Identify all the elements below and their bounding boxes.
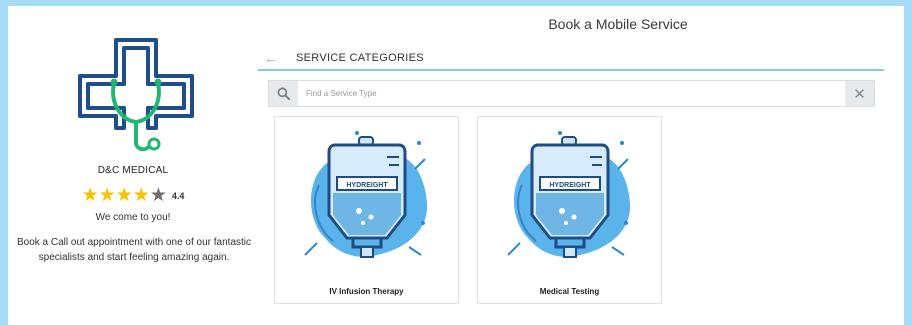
rating-value: 4.4 xyxy=(171,190,185,201)
search-button[interactable] xyxy=(269,81,298,106)
star-icon: ★ xyxy=(81,185,99,206)
tagline: We come to you! xyxy=(95,212,171,223)
star-rating: ★ ★ ★ ★ ★ 4.4 xyxy=(8,186,258,205)
star-icon: ★ xyxy=(115,185,133,206)
business-description: Book a Call out appointment with one of … xyxy=(16,237,252,263)
search-icon xyxy=(277,87,290,100)
close-icon: ✕ xyxy=(853,85,866,103)
iv-bag-icon: HYDREIGHT xyxy=(304,131,428,258)
arrow-left-icon[interactable]: ← xyxy=(264,50,278,66)
business-profile: D&C MEDICAL ★ ★ ★ ★ ★ 4.4 We come to you… xyxy=(8,6,258,325)
section-title: SERVICE CATEGORIES xyxy=(296,52,424,64)
business-name: D&C MEDICAL xyxy=(97,165,169,176)
bag-brand-text: HYDREIGHT xyxy=(346,182,388,189)
star-empty-icon: ★ xyxy=(149,185,167,206)
category-card-medical-testing[interactable]: HYDREIGHT Medical Testing xyxy=(477,116,662,304)
bag-brand-text: HYDREIGHT xyxy=(549,182,591,189)
app-frame: D&C MEDICAL ★ ★ ★ ★ ★ 4.4 We come to you… xyxy=(8,6,904,325)
search-bar: ✕ xyxy=(268,80,875,107)
categories-header: ← SERVICE CATEGORIES xyxy=(258,49,884,71)
clear-search-button[interactable]: ✕ xyxy=(845,81,874,106)
search-input[interactable] xyxy=(306,81,836,106)
category-label: Medical Testing xyxy=(539,287,600,296)
star-icon: ★ xyxy=(98,185,116,206)
category-label: IV Infusion Therapy xyxy=(329,287,404,296)
medical-cross-stethoscope-icon xyxy=(78,38,194,152)
iv-bag-icon: HYDREIGHT xyxy=(507,131,631,258)
category-card-iv-infusion[interactable]: HYDREIGHT IV Infusion Therapy xyxy=(274,116,459,304)
star-icon: ★ xyxy=(132,185,150,206)
page-title: Book a Mobile Service xyxy=(548,16,688,32)
